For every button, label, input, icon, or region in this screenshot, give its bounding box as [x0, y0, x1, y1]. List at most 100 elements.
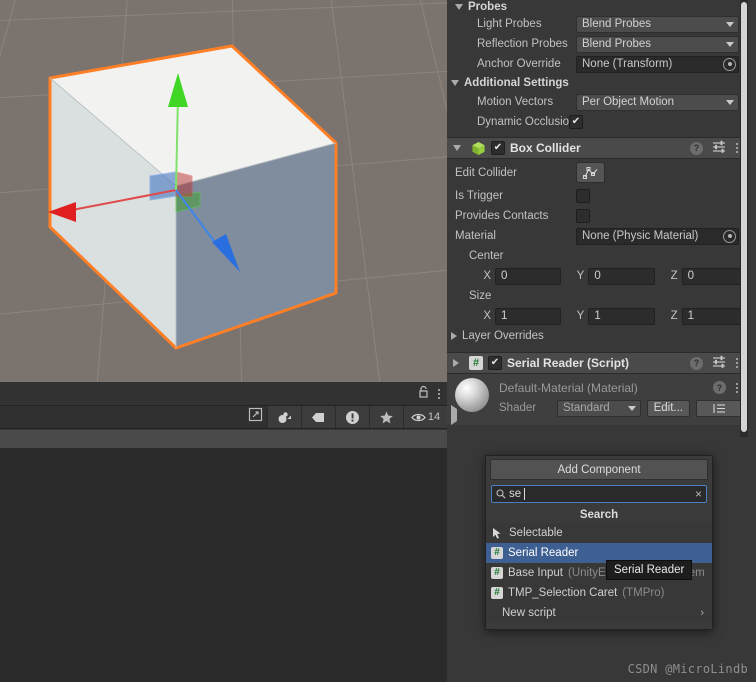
- chevron-right-icon[interactable]: [451, 405, 457, 425]
- size-y-input[interactable]: 1: [588, 307, 655, 325]
- size-label: Size: [469, 290, 492, 302]
- project-panel-content[interactable]: [0, 448, 447, 682]
- scene-view[interactable]: [0, 0, 447, 382]
- anchor-override-field[interactable]: None (Transform): [576, 55, 739, 73]
- edit-collider-icon: [582, 167, 597, 179]
- help-icon[interactable]: ?: [713, 381, 726, 394]
- chevron-down-icon: [726, 41, 734, 47]
- center-y-input[interactable]: 0: [588, 267, 655, 285]
- probes-section-header[interactable]: Probes: [447, 0, 748, 14]
- gizmo-mode-icon-glyph: [278, 411, 291, 423]
- additional-settings-header[interactable]: Additional Settings: [447, 74, 748, 92]
- additional-settings-title: Additional Settings: [464, 77, 569, 89]
- center-label: Center: [469, 250, 504, 262]
- center-z-axis-label: Z: [670, 270, 678, 282]
- object-picker-icon[interactable]: [723, 229, 736, 243]
- preset-settings-icon[interactable]: [712, 355, 726, 371]
- is-trigger-checkbox[interactable]: [576, 189, 590, 203]
- list-item[interactable]: # TMP_Selection Caret (TMPro): [486, 583, 712, 603]
- size-z-input[interactable]: 1: [681, 307, 748, 325]
- material-preview-block: Default-Material (Material) ? Shader Sta…: [447, 374, 748, 425]
- project-panel-topbar: [0, 382, 447, 406]
- list-item-label: Base Input: [508, 567, 563, 579]
- center-x-input[interactable]: 0: [495, 267, 562, 285]
- clear-x-icon[interactable]: ×: [695, 488, 702, 500]
- search-input[interactable]: [0, 406, 267, 428]
- selectable-cursor-icon: [491, 527, 504, 540]
- material-title: Default-Material (Material): [499, 380, 638, 395]
- visibility-toggle[interactable]: 14: [403, 406, 447, 428]
- inspector-scrollbar-thumb[interactable]: [741, 2, 747, 432]
- csharp-script-icon: #: [491, 567, 503, 579]
- center-x-axis-label: X: [483, 270, 491, 282]
- chevron-down-icon: [627, 405, 636, 411]
- gizmo-mode-icon[interactable]: [267, 406, 301, 428]
- eye-icon: [411, 413, 426, 421]
- inspector-scrollbar[interactable]: [740, 0, 748, 437]
- motion-vectors-label: Motion Vectors: [477, 96, 554, 108]
- cursor-icon-glyph: [492, 527, 501, 539]
- serial-reader-enabled-checkbox[interactable]: [488, 356, 502, 370]
- row-light-probes: Light Probes Blend Probes: [447, 14, 748, 34]
- shader-edit-button[interactable]: Edit...: [646, 399, 690, 417]
- row-anchor-override: Anchor Override None (Transform): [447, 54, 748, 74]
- serial-reader-title: Serial Reader (Script): [507, 356, 630, 370]
- light-probes-label: Light Probes: [477, 18, 542, 30]
- physic-material-field[interactable]: None (Physic Material): [576, 227, 739, 245]
- light-probes-dropdown[interactable]: Blend Probes: [576, 15, 739, 33]
- serial-reader-header[interactable]: # Serial Reader (Script) ?: [447, 352, 748, 374]
- tag-icon[interactable]: [301, 406, 335, 428]
- add-component-panel: Add Component se × Search Selectable # S…: [485, 455, 713, 630]
- help-icon[interactable]: ?: [690, 141, 703, 155]
- add-component-title[interactable]: Add Component: [490, 459, 708, 480]
- list-item-label: TMP_Selection Caret: [508, 587, 618, 599]
- chevron-right-icon[interactable]: [453, 359, 459, 367]
- new-script-label: New script: [502, 607, 556, 619]
- row-provides-contacts: Provides Contacts: [447, 206, 748, 226]
- row-motion-vectors: Motion Vectors Per Object Motion: [447, 92, 748, 112]
- motion-vectors-value: Per Object Motion: [582, 96, 675, 108]
- project-panel: 14: [0, 382, 447, 682]
- new-script-item[interactable]: New script ›: [486, 603, 712, 623]
- size-y-axis-label: Y: [576, 310, 585, 322]
- kebab-menu-icon[interactable]: [437, 388, 441, 399]
- project-panel-toolbar: 14: [0, 406, 447, 429]
- tooltip: Serial Reader: [606, 560, 693, 580]
- add-component-search-wrap: se ×: [486, 480, 712, 506]
- favorite-star-icon[interactable]: [369, 406, 403, 428]
- center-z-input[interactable]: 0: [681, 267, 748, 285]
- add-component-search-input[interactable]: se ×: [491, 485, 707, 503]
- kebab-menu-icon[interactable]: [735, 358, 739, 368]
- help-icon[interactable]: ?: [690, 356, 703, 370]
- chevron-down-icon[interactable]: [453, 145, 461, 151]
- layer-overrides-foldout[interactable]: Layer Overrides: [447, 326, 748, 346]
- shader-list-icon: [713, 403, 725, 413]
- reflection-probes-label: Reflection Probes: [477, 38, 568, 50]
- is-trigger-label: Is Trigger: [455, 190, 503, 202]
- kebab-menu-icon[interactable]: [735, 382, 739, 393]
- box-collider-title: Box Collider: [510, 141, 581, 155]
- shader-dropdown[interactable]: Standard: [557, 399, 641, 417]
- row-is-trigger: Is Trigger: [447, 186, 748, 206]
- selected-cube[interactable]: [0, 0, 447, 382]
- size-x-input[interactable]: 1: [495, 307, 562, 325]
- edit-collider-label: Edit Collider: [455, 166, 517, 179]
- kebab-menu-icon[interactable]: [735, 143, 739, 153]
- edit-collider-button[interactable]: [576, 162, 605, 183]
- box-collider-header[interactable]: Box Collider ?: [447, 137, 748, 159]
- row-center-label: Center: [447, 246, 748, 266]
- object-picker-icon[interactable]: [723, 57, 736, 71]
- list-item[interactable]: Selectable: [486, 523, 712, 543]
- popout-icon[interactable]: [248, 407, 263, 427]
- lock-icon[interactable]: [418, 385, 429, 403]
- row-reflection-probes: Reflection Probes Blend Probes: [447, 34, 748, 54]
- box-collider-enabled-checkbox[interactable]: [491, 141, 505, 155]
- tag-icon-glyph: [312, 412, 324, 422]
- reflection-probes-dropdown[interactable]: Blend Probes: [576, 35, 739, 53]
- error-icon[interactable]: [335, 406, 369, 428]
- light-probes-value: Blend Probes: [582, 18, 652, 30]
- provides-contacts-checkbox[interactable]: [576, 209, 590, 223]
- preset-settings-icon[interactable]: [712, 140, 726, 156]
- motion-vectors-dropdown[interactable]: Per Object Motion: [576, 93, 739, 111]
- dynamic-occlusion-checkbox[interactable]: [569, 115, 583, 129]
